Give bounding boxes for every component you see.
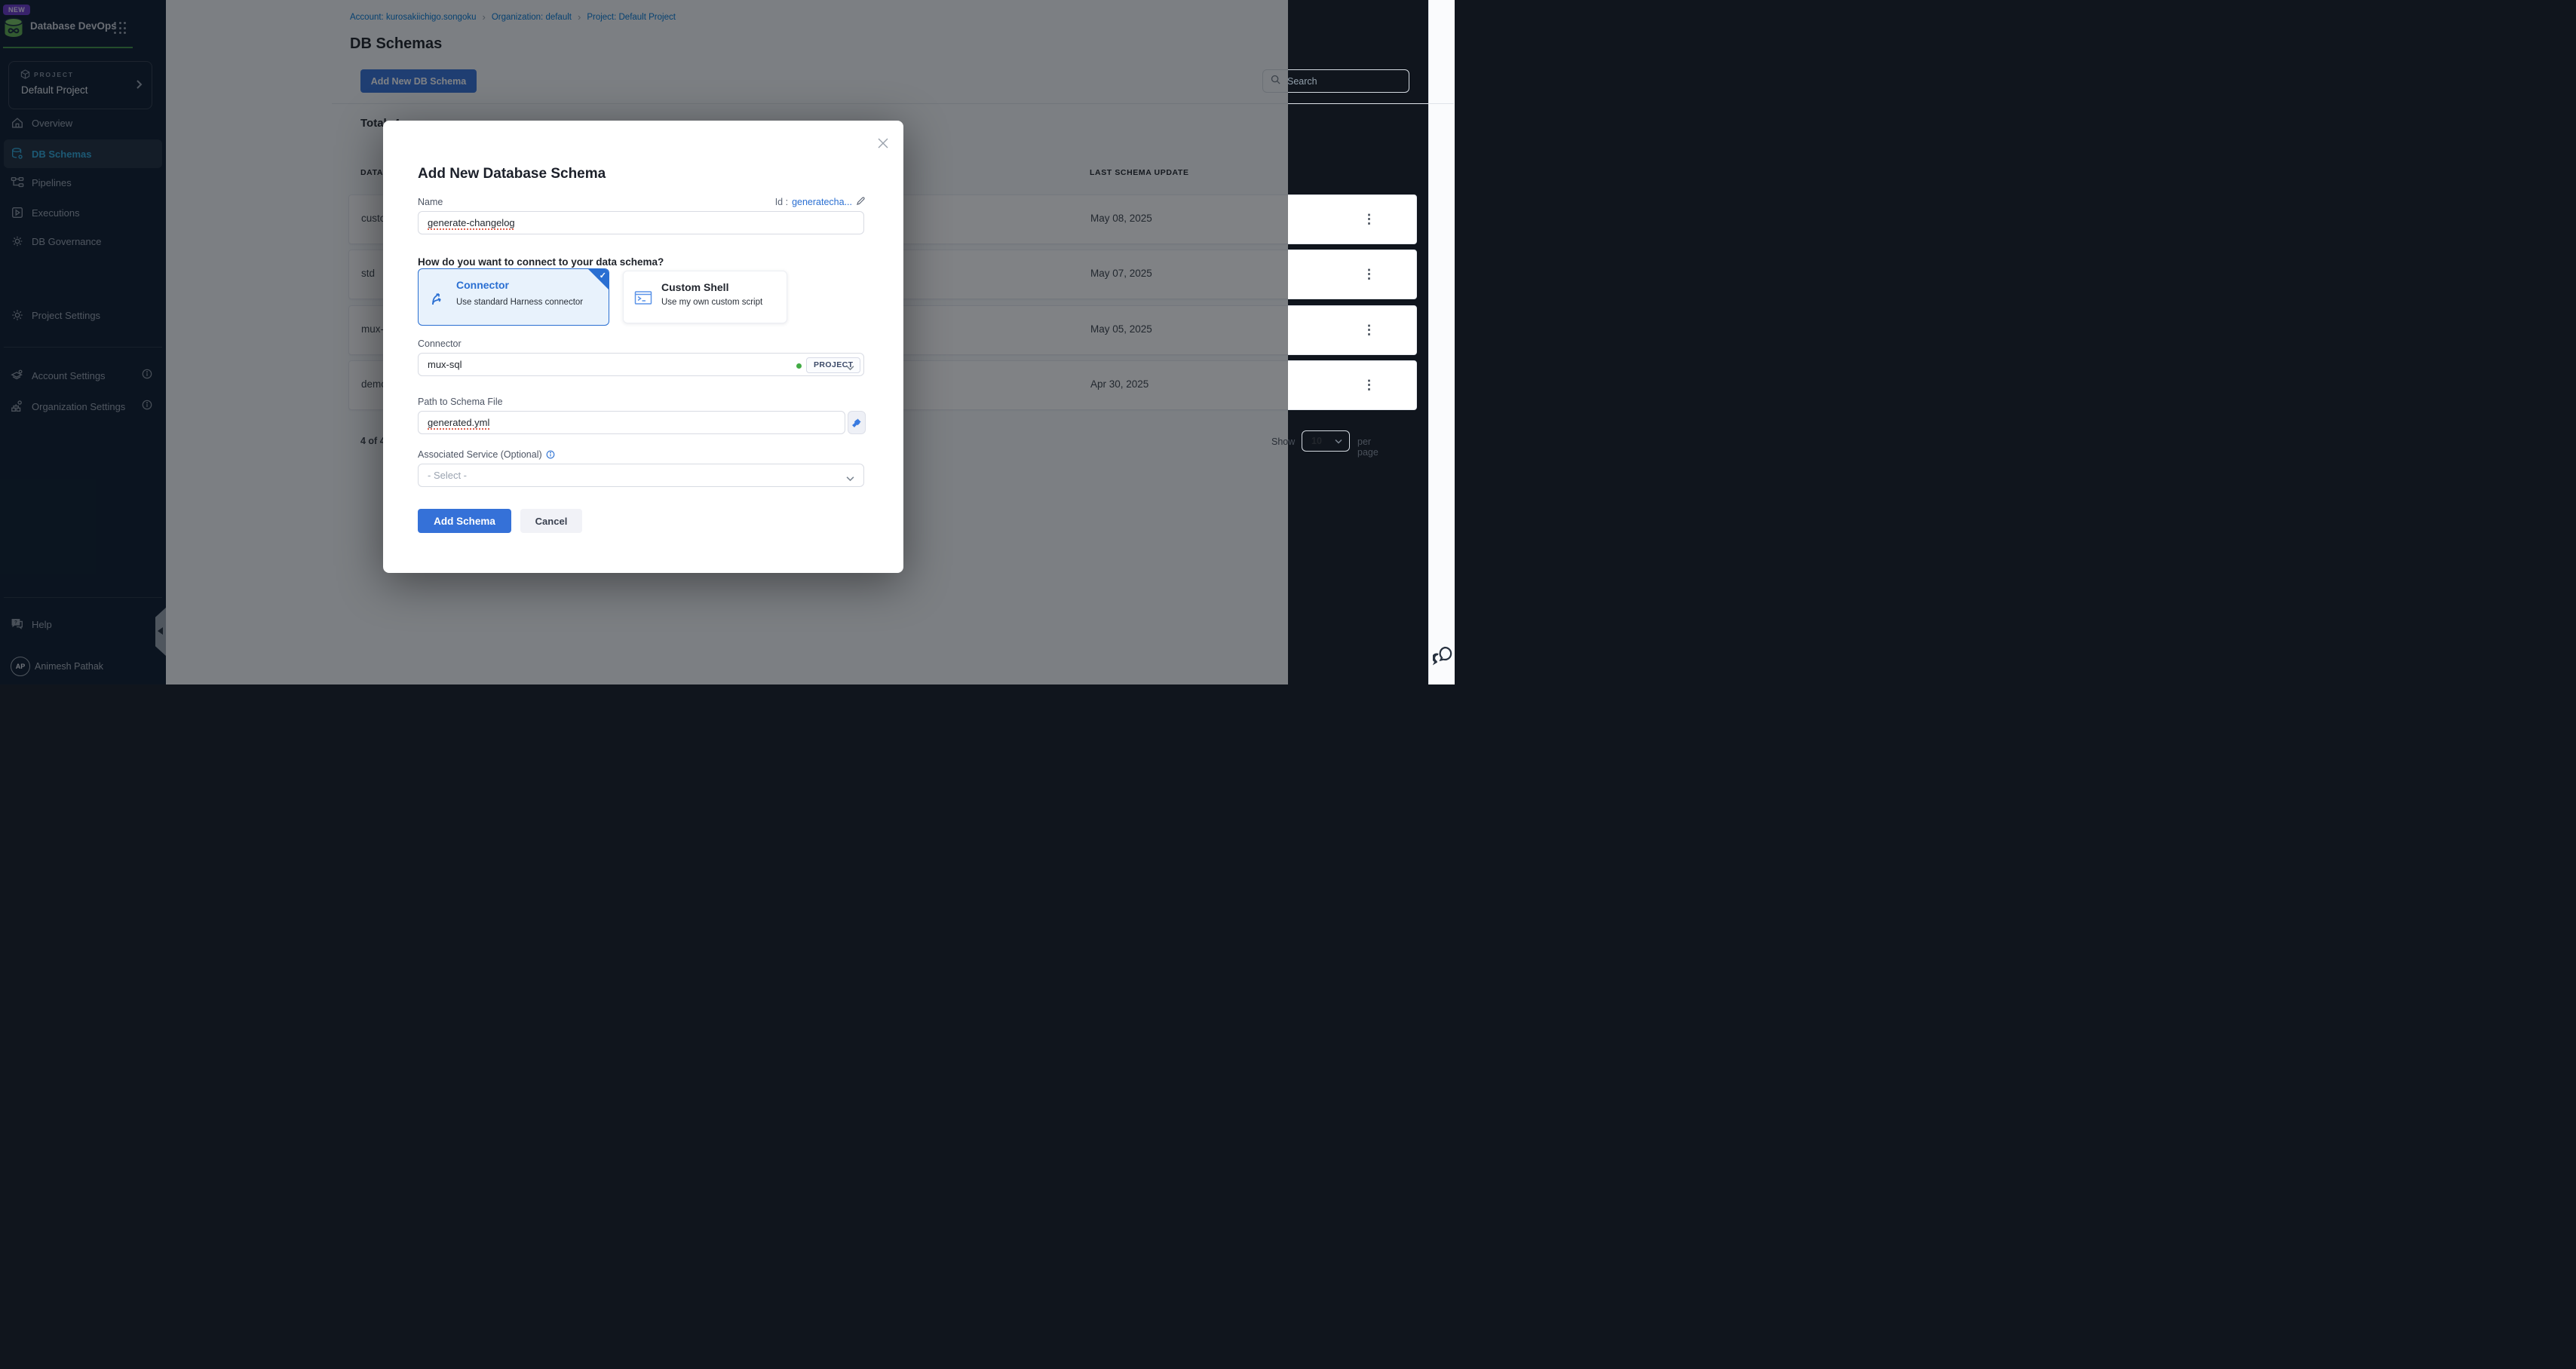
close-icon[interactable] xyxy=(875,136,891,152)
fixed-value-pin-icon[interactable] xyxy=(848,411,866,434)
edit-pencil-icon[interactable] xyxy=(856,196,866,208)
app-root: NEW Database DevOps PROJECT Default Proj… xyxy=(0,0,1288,684)
add-schema-modal: Add New Database Schema Name Id : genera… xyxy=(383,121,903,573)
row-kebab-menu-icon[interactable]: ⋮ xyxy=(1358,373,1378,396)
chevron-down-icon xyxy=(846,473,854,484)
pagination-per-page-label: per page xyxy=(1357,436,1378,458)
name-label: Name xyxy=(418,197,443,207)
connection-question: How do you want to connect to your data … xyxy=(418,256,664,268)
modal-title: Add New Database Schema xyxy=(418,166,606,182)
page-size-select[interactable]: 10 xyxy=(1302,430,1350,452)
cancel-button[interactable]: Cancel xyxy=(520,509,582,533)
row-kebab-menu-icon[interactable]: ⋮ xyxy=(1358,318,1378,341)
add-schema-button[interactable]: Add Schema xyxy=(418,509,511,533)
associated-service-select[interactable]: - Select - xyxy=(418,464,864,487)
connector-label: Connector xyxy=(418,338,462,349)
check-icon: ✓ xyxy=(600,271,606,280)
option-card-custom-shell[interactable]: Custom Shell Use my own custom script xyxy=(623,271,787,323)
path-label: Path to Schema File xyxy=(418,397,503,407)
connector-select[interactable]: mux-sql PROJECT xyxy=(418,353,864,376)
chat-support-icon[interactable] xyxy=(1433,645,1454,666)
associated-service-label: Associated Service (Optional) xyxy=(418,449,555,461)
option-card-connector[interactable]: Connector Use standard Harness connector… xyxy=(418,268,609,326)
id-value[interactable]: generatecha... xyxy=(792,197,852,207)
terminal-icon xyxy=(634,289,652,311)
entity-id-row: Id : generatecha... xyxy=(775,196,866,208)
connectivity-status-dot xyxy=(796,363,802,369)
row-kebab-menu-icon[interactable]: ⋮ xyxy=(1358,262,1378,285)
chevron-down-icon xyxy=(846,362,854,373)
search-input[interactable] xyxy=(1286,75,1394,87)
id-prefix: Id : xyxy=(775,197,788,207)
chevron-down-icon xyxy=(1335,439,1342,444)
row-kebab-menu-icon[interactable]: ⋮ xyxy=(1358,207,1378,230)
connector-fork-icon xyxy=(429,289,447,311)
path-input[interactable]: generated.yml xyxy=(418,411,845,434)
info-circle-icon[interactable] xyxy=(546,450,555,461)
name-input[interactable]: generate-changelog xyxy=(418,211,864,234)
